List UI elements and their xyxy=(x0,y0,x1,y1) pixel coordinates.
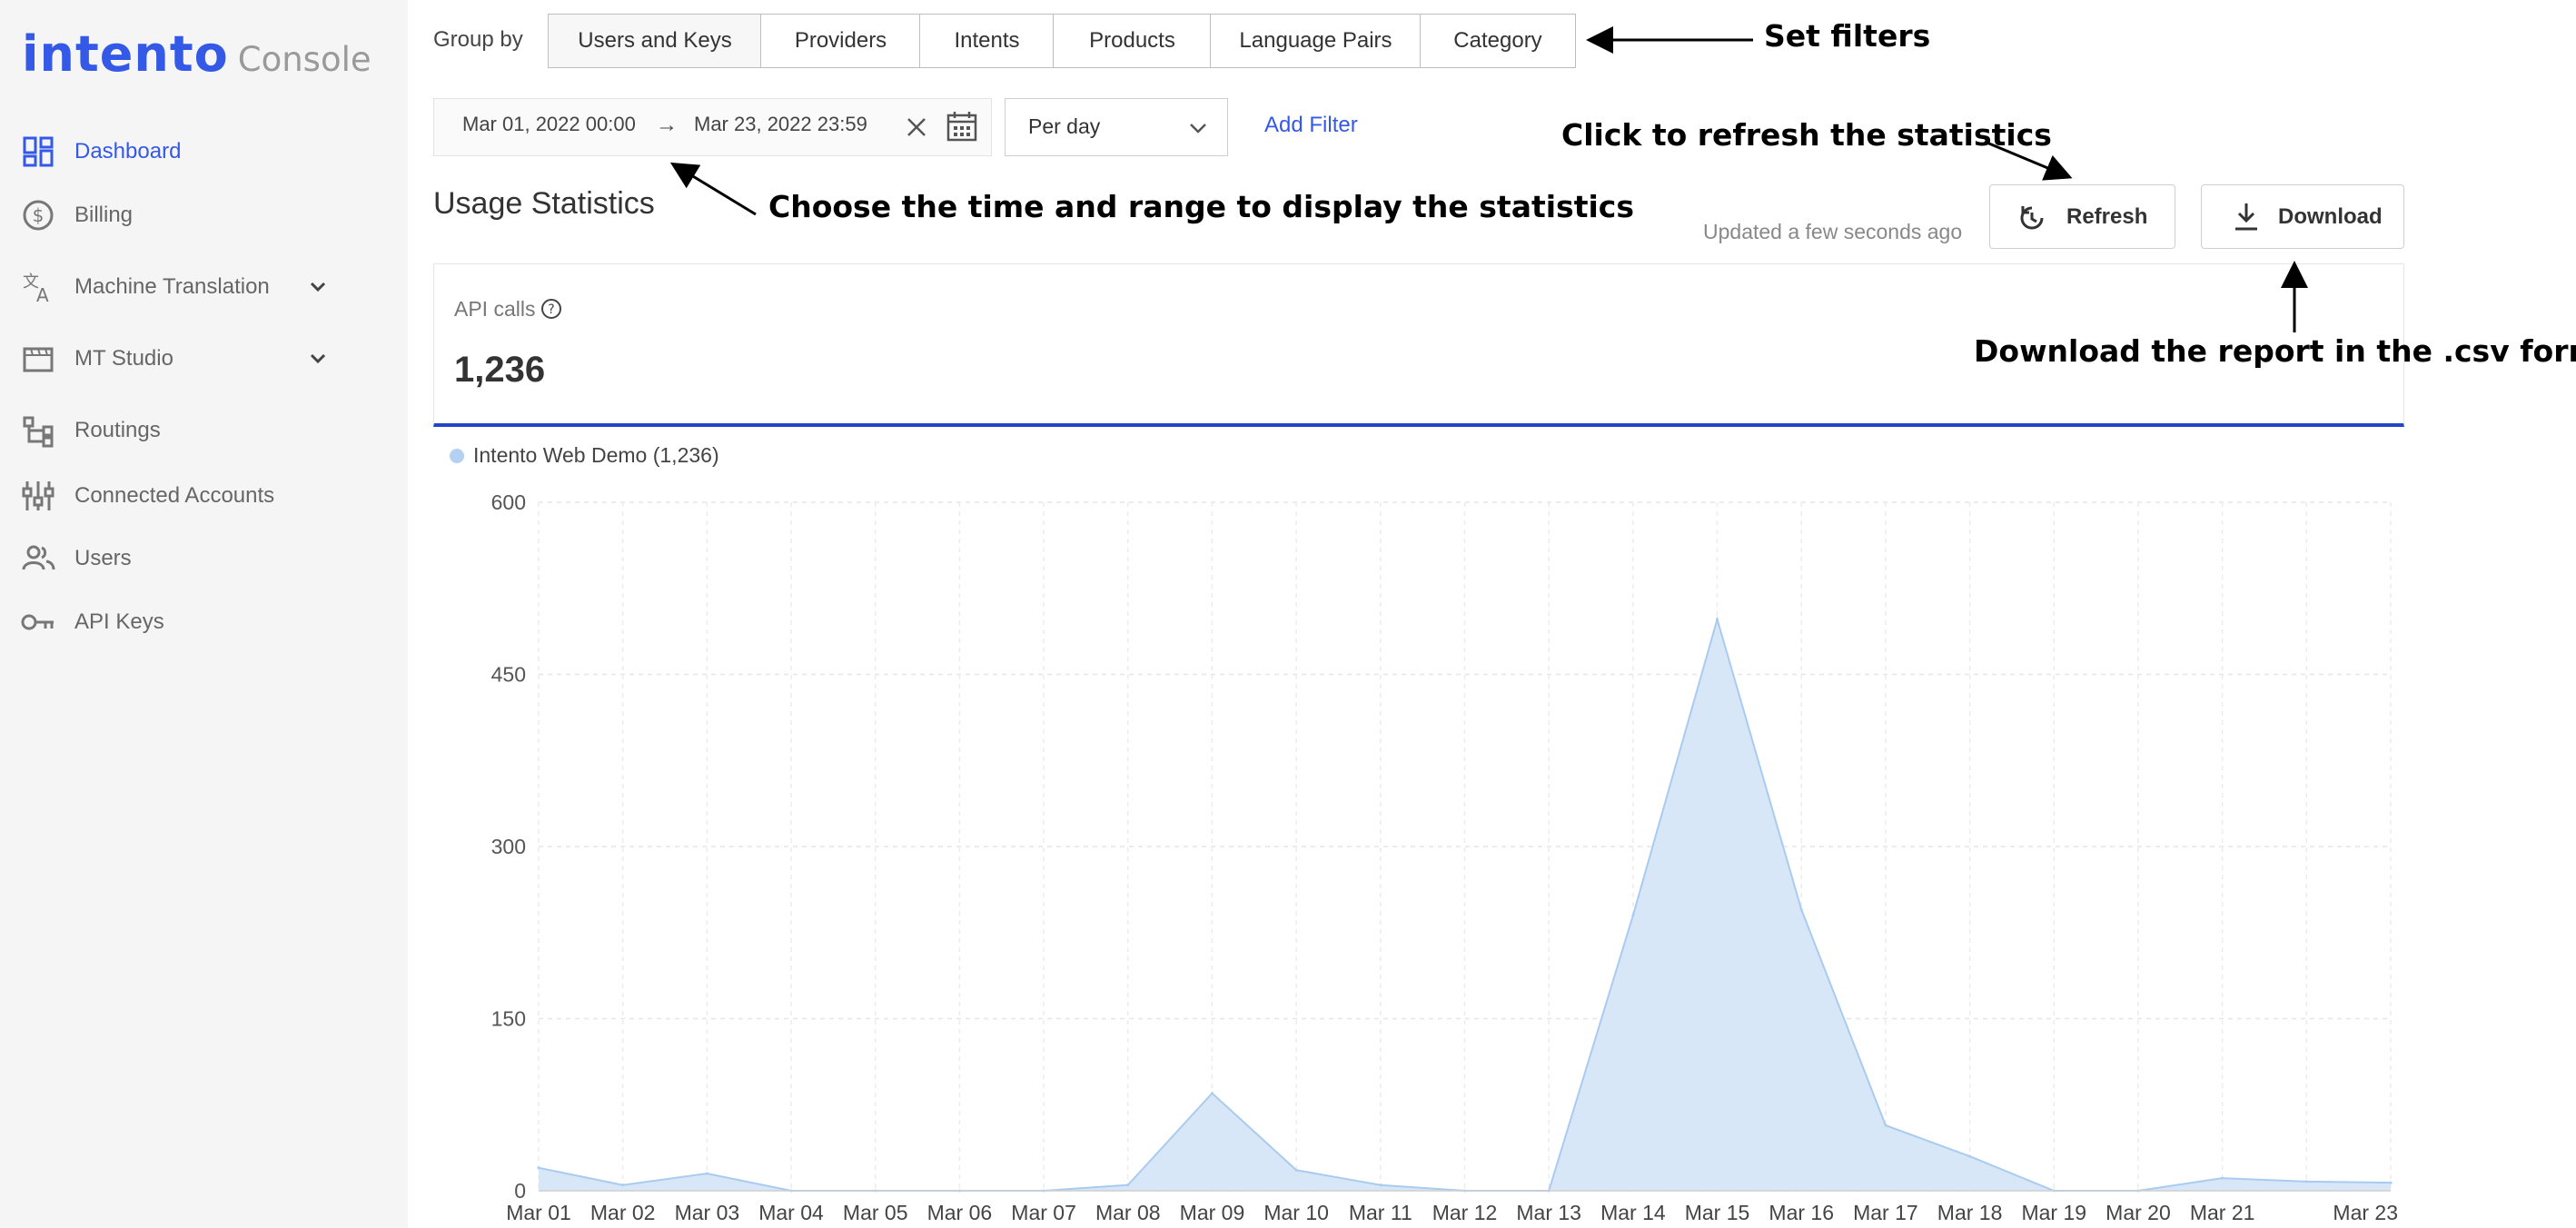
y-tick-label: 600 xyxy=(491,490,526,514)
x-tick-label: Mar 02 xyxy=(590,1201,656,1224)
data-point xyxy=(1126,1183,1130,1187)
x-tick-label: Mar 04 xyxy=(758,1201,824,1224)
x-tick-label: Mar 13 xyxy=(1516,1201,1581,1224)
data-point xyxy=(1884,1124,1887,1127)
x-tick-label: Mar 14 xyxy=(1600,1201,1666,1224)
y-tick-label: 0 xyxy=(514,1179,526,1203)
annotation-time-range: Choose the time and range to display the… xyxy=(768,189,1634,224)
x-tick-label: Mar 18 xyxy=(1937,1201,2003,1224)
data-point xyxy=(2304,1180,2308,1183)
data-point xyxy=(1799,907,1803,911)
data-point xyxy=(1968,1154,1972,1158)
x-tick-label: Mar 11 xyxy=(1349,1201,1412,1224)
x-tick-label: Mar 09 xyxy=(1180,1201,1245,1224)
annotation-refresh: Click to refresh the statistics xyxy=(1561,117,2052,153)
data-point xyxy=(2389,1181,2393,1184)
x-tick-label: Mar 10 xyxy=(1263,1201,1329,1224)
annotation-download: Download the report in the .csv format xyxy=(1974,333,2576,369)
annotation-set-filters: Set filters xyxy=(1764,18,1931,54)
data-point xyxy=(705,1172,708,1175)
x-tick-label: Mar 12 xyxy=(1432,1201,1498,1224)
x-tick-label: Mar 15 xyxy=(1685,1201,1750,1224)
data-point xyxy=(1716,618,1719,621)
data-point xyxy=(1210,1092,1214,1095)
x-tick-label: Mar 03 xyxy=(675,1201,740,1224)
data-point xyxy=(1379,1183,1382,1187)
x-tick-label: Mar 21 xyxy=(2190,1201,2255,1224)
data-point xyxy=(1631,914,1635,917)
y-tick-label: 150 xyxy=(491,1007,526,1031)
y-tick-label: 450 xyxy=(491,663,526,687)
data-point xyxy=(1294,1168,1298,1172)
x-tick-label: Mar 08 xyxy=(1095,1201,1161,1224)
x-tick-label: Mar 06 xyxy=(927,1201,993,1224)
y-tick-label: 300 xyxy=(491,835,526,858)
x-tick-label: Mar 17 xyxy=(1853,1201,1918,1224)
x-tick-label: Mar 05 xyxy=(843,1201,908,1224)
x-tick-label: Mar 20 xyxy=(2105,1201,2171,1224)
x-tick-label: Mar 07 xyxy=(1011,1201,1076,1224)
x-tick-label: Mar 19 xyxy=(2021,1201,2086,1224)
data-point xyxy=(621,1183,625,1187)
usage-chart: 0 150 300 450 600 Mar 01 Mar 02 Mar 03 Mar 04 Mar… xyxy=(491,490,2398,1224)
x-tick-label: Mar 23 xyxy=(2333,1201,2398,1224)
data-point xyxy=(537,1166,540,1170)
x-tick-label: Mar 01 xyxy=(506,1201,571,1224)
x-tick-label: Mar 16 xyxy=(1769,1201,1834,1224)
data-point xyxy=(2221,1176,2224,1180)
